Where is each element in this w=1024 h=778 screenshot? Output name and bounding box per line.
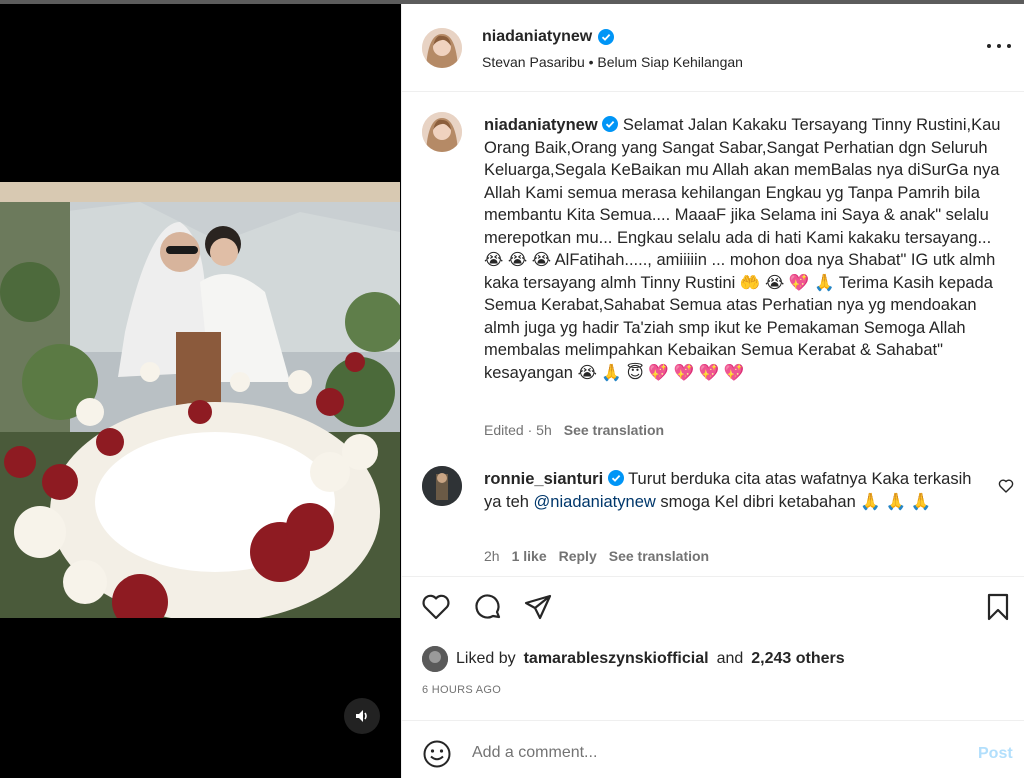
heart-icon[interactable] — [420, 591, 452, 623]
reply-button[interactable]: Reply — [559, 548, 597, 564]
likes-summary: Liked by tamarableszynskiofficial and 2,… — [422, 646, 845, 672]
post-button[interactable]: Post — [978, 745, 1013, 763]
speaker-icon[interactable] — [344, 698, 380, 734]
post-username[interactable]: niadaniatynew — [482, 28, 592, 46]
more-options-icon[interactable] — [984, 34, 1014, 58]
comment-bar: Post — [402, 720, 1024, 778]
emoji-icon[interactable] — [422, 739, 452, 769]
like-comment-heart-icon[interactable] — [998, 478, 1014, 494]
comment-icon[interactable] — [472, 591, 504, 623]
post-author: niadaniatynew — [482, 28, 615, 46]
verified-badge-icon — [602, 116, 619, 132]
avatar[interactable] — [422, 646, 448, 672]
avatar[interactable] — [422, 112, 462, 152]
reply-time: 2h — [484, 548, 500, 564]
post-media — [0, 4, 400, 778]
likes-others[interactable]: 2,243 others — [751, 650, 844, 668]
reply-likes[interactable]: 1 like — [512, 548, 547, 564]
edited-label: Edited · 5h — [484, 422, 552, 438]
post-details-panel: niadaniatynew Stevan Pasaribu • Belum Si… — [401, 4, 1024, 778]
post-timestamp[interactable]: 6 HOURS AGO — [422, 684, 501, 696]
see-translation-link[interactable]: See translation — [609, 548, 709, 564]
liked-by-label: Liked by — [456, 650, 516, 667]
caption-text: niadaniatynew Selamat Jalan Kakaku Tersa… — [484, 114, 1004, 384]
post-header: niadaniatynew Stevan Pasaribu • Belum Si… — [402, 4, 1024, 92]
mention-link[interactable]: @niadaniatynew — [534, 493, 656, 511]
post-photo — [0, 182, 400, 618]
reply-username[interactable]: ronnie_sianturi — [484, 470, 603, 488]
verified-badge-icon — [607, 470, 624, 486]
comment-input[interactable] — [472, 737, 952, 769]
see-translation-link[interactable]: See translation — [564, 422, 664, 438]
verified-badge-icon — [598, 29, 615, 45]
action-bar — [402, 576, 1024, 648]
bookmark-icon[interactable] — [982, 591, 1014, 623]
caption-meta: Edited · 5h See translation — [484, 422, 664, 438]
reply-text-end: smoga Kel dibri ketabahan 🙏 🙏 🙏 — [655, 493, 932, 511]
avatar[interactable] — [422, 466, 462, 506]
reply-meta: 2h 1 like Reply See translation — [484, 548, 709, 564]
reply-comment: ronnie_sianturi Turut berduka cita atas … — [484, 468, 984, 514]
likes-and-label: and — [716, 650, 744, 667]
share-icon[interactable] — [522, 591, 554, 623]
liked-by-user[interactable]: tamarableszynskiofficial — [524, 650, 709, 668]
caption-body: Selamat Jalan Kakaku Tersayang Tinny Rus… — [484, 116, 1006, 382]
avatar[interactable] — [422, 28, 462, 68]
caption-username[interactable]: niadaniatynew — [484, 116, 598, 134]
audio-subtitle[interactable]: Stevan Pasaribu • Belum Siap Kehilangan — [482, 54, 743, 70]
